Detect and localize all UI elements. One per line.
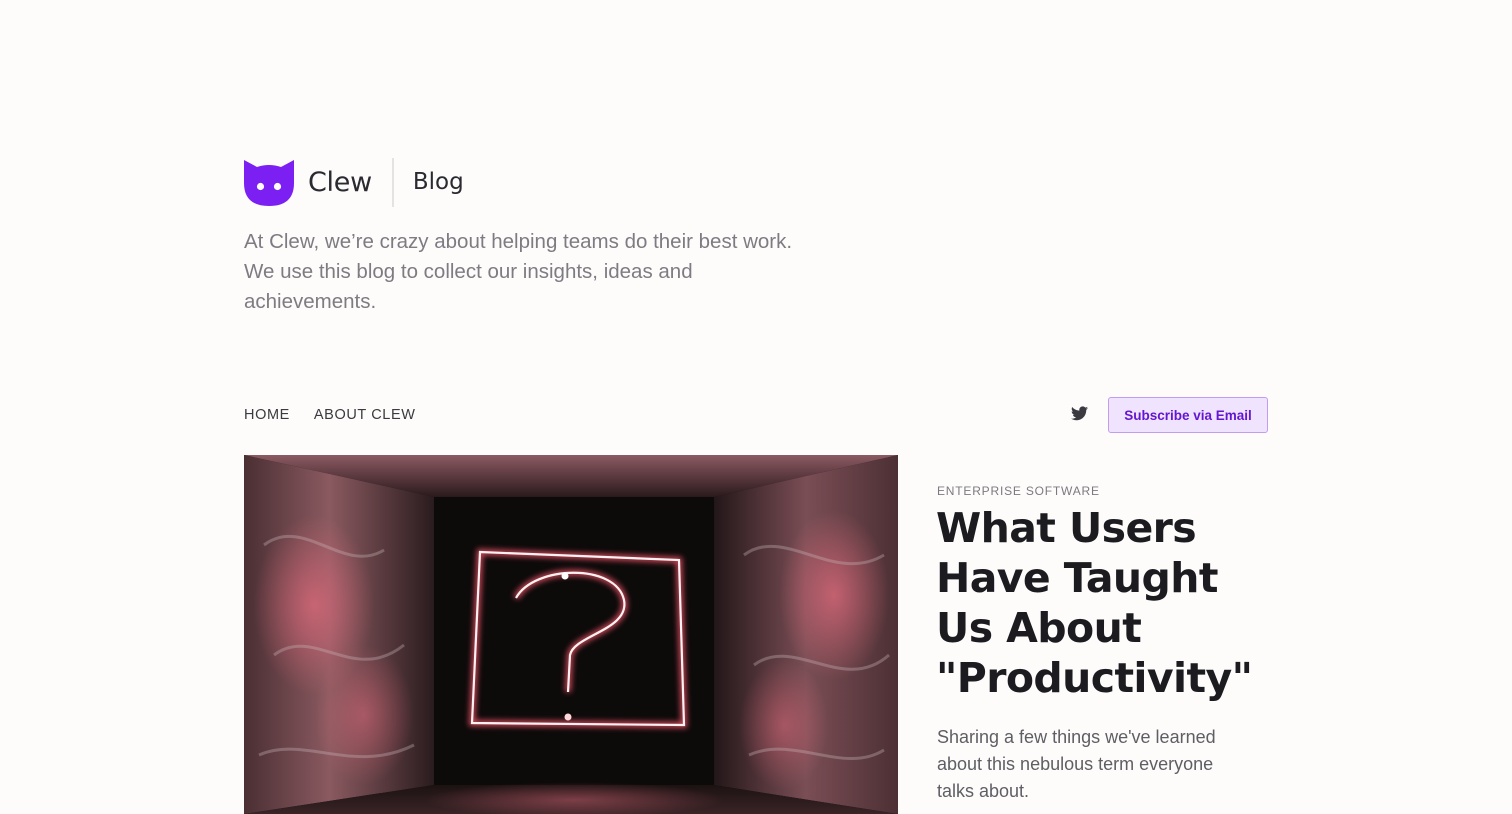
intro-text: At Clew, we’re crazy about helping teams… [244, 230, 793, 313]
brand-section-label[interactable]: Blog [413, 170, 464, 194]
brand-name[interactable]: Clew [308, 169, 372, 196]
brand-divider [391, 157, 394, 207]
post-title-link[interactable]: What Users Have Taught Us About "Product… [936, 503, 1266, 703]
cat-face-icon[interactable] [244, 159, 294, 206]
nav-about-link[interactable]: ABOUT CLEW [314, 405, 416, 425]
nav-home-link[interactable]: HOME [244, 405, 290, 425]
brand-header[interactable]: Clew Blog [244, 157, 464, 207]
featured-post-image[interactable] [244, 455, 898, 814]
subscribe-email-button[interactable]: Subscribe via Email [1108, 397, 1268, 433]
blog-page: Clew Blog At Clew, we’re crazy about hel… [0, 0, 1512, 814]
post-excerpt: Sharing a few things we've learned about… [937, 727, 1216, 801]
main-nav: HOME ABOUT CLEW [244, 405, 416, 425]
post-category-label[interactable]: ENTERPRISE SOFTWARE [937, 484, 1100, 498]
twitter-icon[interactable] [1071, 406, 1088, 421]
